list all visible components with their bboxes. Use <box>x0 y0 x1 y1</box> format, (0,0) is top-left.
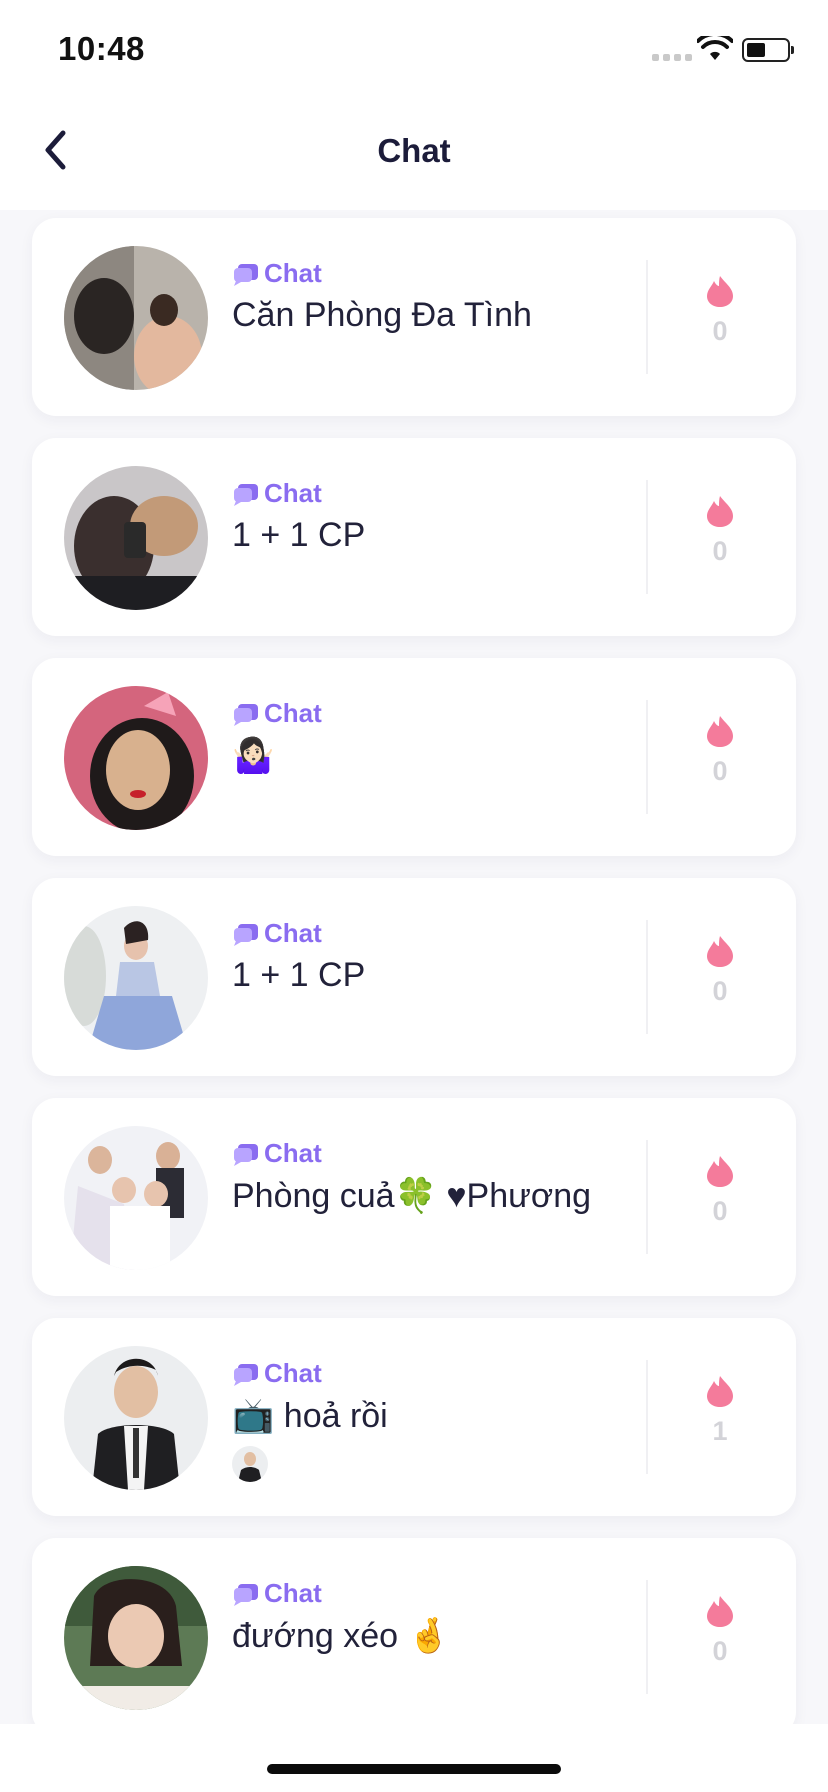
room-heat: 1 <box>702 1374 738 1447</box>
heat-count: 0 <box>712 1196 728 1226</box>
room-avatar <box>64 906 208 1050</box>
status-time: 10:48 <box>58 30 145 67</box>
card-divider <box>646 260 648 374</box>
flame-icon <box>707 1596 733 1627</box>
room-heat: 0 <box>702 494 738 567</box>
room-heat: 0 <box>702 714 738 787</box>
room-name: Phòng cuả🍀 ♥Phương <box>232 1177 592 1215</box>
flame-icon <box>707 1156 733 1187</box>
card-divider <box>646 480 648 594</box>
heat-count: 1 <box>712 1416 728 1446</box>
card-divider <box>646 920 648 1034</box>
room-tag: Chat <box>232 1138 322 1169</box>
room-name: 🤷🏻‍♀️ <box>232 737 275 775</box>
card-divider <box>646 1140 648 1254</box>
flame-icon <box>707 936 733 967</box>
heat-count: 0 <box>712 536 728 566</box>
wifi-icon <box>697 36 733 60</box>
room-avatar <box>64 1346 208 1490</box>
home-bar <box>0 1724 828 1792</box>
room-tag: Chat <box>232 258 322 289</box>
flame-icon <box>707 716 733 747</box>
room-card[interactable]: Chat 📺 hoả rồi 1 <box>32 1318 796 1516</box>
room-heat: 0 <box>702 934 738 1007</box>
flame-icon <box>707 276 733 307</box>
card-divider <box>646 700 648 814</box>
room-card[interactable]: Chat Phòng cuả🍀 ♥Phương 0 <box>32 1098 796 1296</box>
chat-bubble-icon <box>234 1583 258 1606</box>
battery-tip <box>791 46 794 54</box>
home-indicator[interactable] <box>267 1764 561 1774</box>
room-card[interactable]: Chat 1 + 1 CP 0 <box>32 878 796 1076</box>
heat-count: 0 <box>712 976 728 1006</box>
heat-count: 0 <box>712 316 728 346</box>
room-heat: 0 <box>702 274 738 347</box>
room-tag: Chat <box>232 698 322 729</box>
room-tag-label: Chat <box>264 1578 322 1608</box>
room-card[interactable]: Chat 🤷🏻‍♀️ 0 <box>32 658 796 856</box>
card-divider <box>646 1580 648 1694</box>
room-tag: Chat <box>232 1358 322 1389</box>
room-avatar <box>64 1566 208 1710</box>
heat-count: 0 <box>712 1636 728 1666</box>
flame-icon <box>707 496 733 527</box>
heat-count: 0 <box>712 756 728 786</box>
room-name: 1 + 1 CP <box>232 516 366 554</box>
room-card[interactable]: Chat Căn Phòng Đa Tình 0 <box>32 218 796 416</box>
room-tag-label: Chat <box>264 258 322 288</box>
room-card[interactable]: Chat đướng xéo 🤞 0 <box>32 1538 796 1736</box>
chat-bubble-icon <box>234 703 258 726</box>
room-tag-label: Chat <box>264 1358 322 1388</box>
page-title: Chat <box>377 132 451 169</box>
room-avatar <box>64 466 208 610</box>
flame-icon <box>707 1376 733 1407</box>
room-tag-label: Chat <box>264 1138 322 1168</box>
chat-rooms-screen: 10:48 Chat Chat Căn Phòng Đa Tình 0 Chat… <box>0 0 828 1792</box>
room-name: Căn Phòng Đa Tình <box>232 296 532 334</box>
status-bar: 10:48 <box>0 0 828 100</box>
chat-bubble-icon <box>234 263 258 286</box>
chat-bubble-icon <box>234 1143 258 1166</box>
chat-bubble-icon <box>234 1363 258 1386</box>
room-tag: Chat <box>232 478 322 509</box>
cellular-signal-icon <box>652 54 692 61</box>
room-avatar <box>64 246 208 390</box>
room-tag: Chat <box>232 1578 322 1609</box>
card-divider <box>646 1360 648 1474</box>
room-name: đướng xéo 🤞 <box>232 1617 450 1655</box>
room-name: 📺 hoả rồi <box>232 1397 388 1435</box>
chat-bubble-icon <box>234 483 258 506</box>
room-tag-label: Chat <box>264 698 322 728</box>
room-tag-label: Chat <box>264 918 322 948</box>
chat-bubble-icon <box>234 923 258 946</box>
room-name: 1 + 1 CP <box>232 956 366 994</box>
battery-icon <box>742 38 790 62</box>
room-heat: 0 <box>702 1594 738 1667</box>
room-list: Chat Căn Phòng Đa Tình 0 Chat 1 + 1 CP 0… <box>32 218 796 1758</box>
room-heat: 0 <box>702 1154 738 1227</box>
room-avatar <box>64 1126 208 1270</box>
room-tag: Chat <box>232 918 322 949</box>
room-tag-label: Chat <box>264 478 322 508</box>
nav-header: Chat <box>0 100 828 210</box>
room-card[interactable]: Chat 1 + 1 CP 0 <box>32 438 796 636</box>
room-avatar <box>64 686 208 830</box>
host-mini-avatar <box>232 1446 268 1482</box>
